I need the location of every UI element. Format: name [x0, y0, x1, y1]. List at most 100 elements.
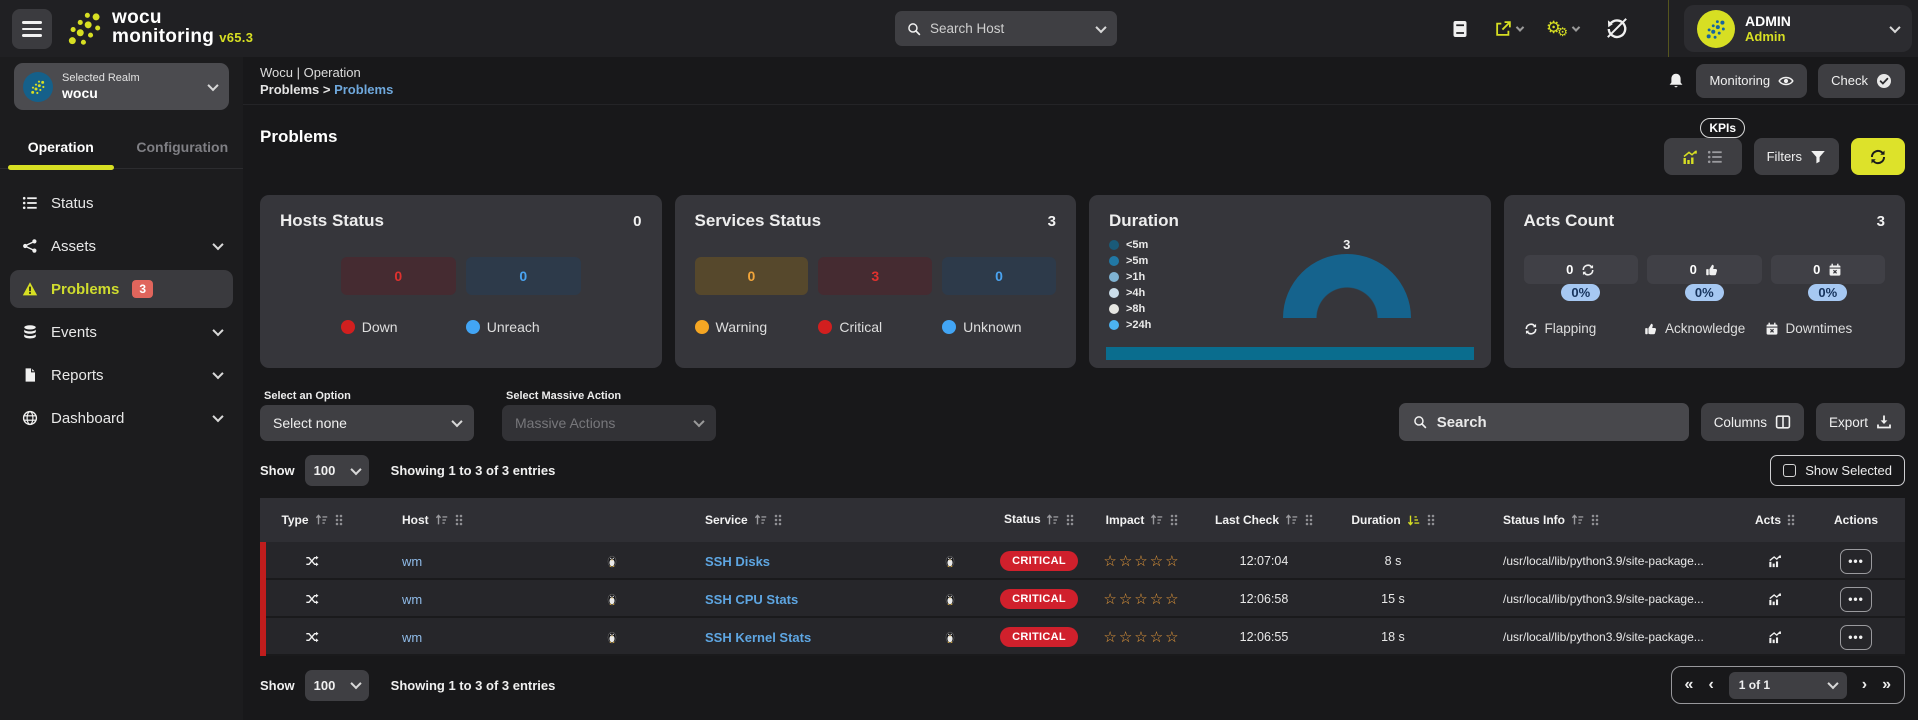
tab-configuration[interactable]: Configuration [122, 125, 244, 168]
col-header-last-check[interactable]: Last Check [1197, 513, 1331, 527]
acknowledge-count[interactable]: 0 [1647, 255, 1762, 284]
duration-gauge[interactable] [1283, 254, 1411, 318]
first-page-button[interactable]: « [1685, 677, 1694, 693]
search-host-dropdown[interactable]: Search Host [895, 11, 1117, 46]
downtimes-count[interactable]: 0 [1771, 255, 1886, 284]
col-header-status-info[interactable]: Status Info [1455, 513, 1743, 527]
external-tools-menu[interactable] [1494, 20, 1523, 38]
show-selected-toggle[interactable]: Show Selected [1770, 455, 1905, 486]
sidebar-item-reports[interactable]: Reports [10, 356, 233, 394]
drag-handle-icon[interactable] [1170, 514, 1178, 526]
page-select[interactable]: 1 of 1 [1729, 672, 1847, 699]
col-header-status[interactable]: Status [991, 513, 1087, 527]
sidebar-item-problems[interactable]: Problems 3 [10, 270, 233, 308]
showing-entries-text: Showing 1 to 3 of 3 entries [391, 463, 556, 478]
monitoring-button[interactable]: Monitoring [1696, 64, 1807, 98]
row-actions-button[interactable]: ••• [1840, 587, 1872, 612]
kpi-chart-icon[interactable] [1682, 149, 1698, 165]
page-size-select-bottom[interactable]: 100 [305, 670, 369, 701]
tab-operation[interactable]: Operation [0, 125, 122, 168]
show-selected-checkbox[interactable] [1783, 464, 1796, 477]
filters-button[interactable]: Filters [1754, 138, 1839, 175]
problems-count-badge: 3 [132, 280, 153, 298]
drag-handle-icon[interactable] [1427, 514, 1435, 526]
drag-handle-icon[interactable] [774, 514, 782, 526]
prev-page-button[interactable]: ‹ [1708, 677, 1713, 693]
col-header-duration[interactable]: Duration [1331, 513, 1455, 527]
sort-icon[interactable] [754, 513, 768, 527]
drag-handle-icon[interactable] [1305, 514, 1313, 526]
acts-chart-icon[interactable] [1768, 554, 1782, 568]
service-link[interactable]: SSH CPU Stats [705, 592, 798, 607]
services-critical-count[interactable]: 3 [818, 257, 932, 295]
host-link[interactable]: wm [402, 592, 422, 607]
sort-icon[interactable] [1046, 513, 1060, 527]
row-actions-button[interactable]: ••• [1840, 625, 1872, 650]
hosts-down-count[interactable]: 0 [341, 257, 456, 295]
drag-handle-icon[interactable] [1591, 514, 1599, 526]
settings-menu[interactable]: ⚙⚙ [1546, 19, 1579, 38]
impact-stars[interactable]: ☆☆☆☆☆ [1103, 628, 1180, 646]
sort-icon-active[interactable] [1407, 513, 1421, 527]
refresh-button[interactable] [1851, 138, 1905, 175]
page-size-select[interactable]: 100 [305, 455, 369, 486]
disable-autorefresh-button[interactable] [1606, 18, 1628, 40]
drag-handle-icon[interactable] [1787, 514, 1795, 526]
drag-handle-icon[interactable] [455, 514, 463, 526]
select-option-dropdown[interactable]: Select none [260, 405, 474, 441]
hosts-unreach-count[interactable]: 0 [466, 257, 581, 295]
host-link[interactable]: wm [402, 630, 422, 645]
breadcrumb-current[interactable]: Problems [334, 82, 393, 97]
bell-icon[interactable] [1667, 72, 1685, 90]
sidebar-item-dashboard[interactable]: Dashboard [10, 399, 233, 437]
sidebar-item-status[interactable]: Status [10, 184, 233, 222]
drag-handle-icon[interactable] [1066, 514, 1074, 526]
host-link[interactable]: wm [402, 554, 422, 569]
services-warning-count[interactable]: 0 [695, 257, 809, 295]
select-option-label: Select an Option [264, 390, 474, 402]
sidebar-item-assets[interactable]: Assets [10, 227, 233, 265]
col-header-type[interactable]: Type [266, 513, 358, 527]
columns-button[interactable]: Columns [1701, 403, 1804, 441]
export-button[interactable]: Export [1816, 403, 1905, 441]
col-header-acts[interactable]: Acts [1743, 513, 1807, 527]
hamburger-menu-button[interactable] [12, 9, 52, 49]
duration-bar[interactable] [1106, 347, 1474, 360]
sort-icon[interactable] [315, 513, 329, 527]
sort-icon[interactable] [1150, 513, 1164, 527]
col-header-impact[interactable]: Impact [1087, 513, 1197, 527]
acts-chart-icon[interactable] [1768, 592, 1782, 606]
acts-chart-icon[interactable] [1768, 630, 1782, 644]
realm-selector[interactable]: Selected Realm wocu [14, 63, 229, 110]
last-page-button[interactable]: » [1882, 677, 1891, 693]
next-page-button[interactable]: › [1862, 677, 1867, 693]
col-header-host[interactable]: Host [358, 513, 653, 527]
services-unknown-count[interactable]: 0 [942, 257, 1056, 295]
kpi-view-toggle[interactable] [1664, 138, 1742, 175]
sort-icon[interactable] [1571, 513, 1585, 527]
table-row[interactable]: wm SSH Disks CRITICAL ☆☆☆☆☆ 12:07:04 8 s… [260, 542, 1905, 580]
sort-icon[interactable] [1285, 513, 1299, 527]
acts-count-total: 3 [1877, 213, 1885, 230]
table-row[interactable]: wm SSH Kernel Stats CRITICAL ☆☆☆☆☆ 12:06… [260, 618, 1905, 656]
impact-stars[interactable]: ☆☆☆☆☆ [1103, 552, 1180, 570]
service-link[interactable]: SSH Kernel Stats [705, 630, 811, 645]
flapping-count[interactable]: 0 [1524, 255, 1639, 284]
docs-book-icon[interactable] [1450, 19, 1470, 39]
kpi-list-icon[interactable] [1707, 149, 1723, 165]
impact-stars[interactable]: ☆☆☆☆☆ [1103, 590, 1180, 608]
drag-handle-icon[interactable] [335, 514, 343, 526]
user-menu[interactable]: ADMIN Admin [1684, 5, 1912, 52]
status-cards: Hosts Status 0 0 0 Down Unreach [260, 195, 1905, 368]
check-button[interactable]: Check [1818, 64, 1905, 98]
massive-action-dropdown[interactable]: Massive Actions [502, 405, 716, 441]
sidebar-item-events[interactable]: Events [10, 313, 233, 351]
duration-legend-item: >5m [1109, 253, 1249, 269]
table-row[interactable]: wm SSH CPU Stats CRITICAL ☆☆☆☆☆ 12:06:58… [260, 580, 1905, 618]
row-actions-button[interactable]: ••• [1840, 549, 1872, 574]
duration-dot-icon [1109, 272, 1119, 282]
sort-icon[interactable] [435, 513, 449, 527]
search-input[interactable] [1437, 414, 1675, 431]
service-link[interactable]: SSH Disks [705, 554, 770, 569]
col-header-service[interactable]: Service [653, 513, 991, 527]
